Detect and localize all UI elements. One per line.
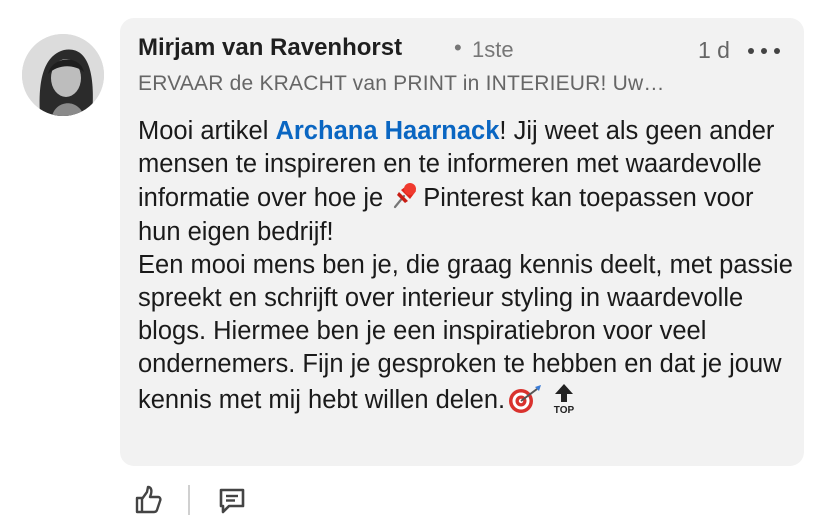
reply-button[interactable] — [214, 482, 250, 518]
comment-text-intro: Mooi artikel — [138, 117, 276, 145]
like-button[interactable] — [130, 482, 166, 518]
like-icon — [135, 485, 162, 514]
author-avatar[interactable] — [22, 34, 104, 116]
mention-link[interactable]: Archana Haarnack — [275, 117, 499, 145]
more-horizontal-icon — [748, 48, 754, 54]
more-options-button[interactable] — [748, 44, 780, 58]
top-emoji-label: TOP — [554, 405, 575, 416]
comment-text-paragraph2: Een mooi mens ben je, die graag kennis d… — [138, 250, 793, 414]
meta-separator: • — [454, 35, 462, 60]
comment-body: Mooi artikel Archana Haarnack! Jij weet … — [138, 115, 798, 417]
direct-hit-icon — [509, 384, 542, 413]
author-name[interactable]: Mirjam van Ravenhorst — [138, 34, 402, 62]
reply-icon — [219, 488, 245, 514]
pushpin-icon — [394, 183, 417, 209]
comment-timestamp: 1 d — [698, 37, 730, 63]
connection-degree: 1ste — [472, 37, 514, 62]
actions-divider — [188, 485, 190, 515]
author-headline: ERVAAR de KRACHT van PRINT in INTERIEUR!… — [138, 72, 665, 95]
comment-actions — [130, 482, 250, 518]
top-arrow-icon: TOP — [549, 382, 579, 416]
